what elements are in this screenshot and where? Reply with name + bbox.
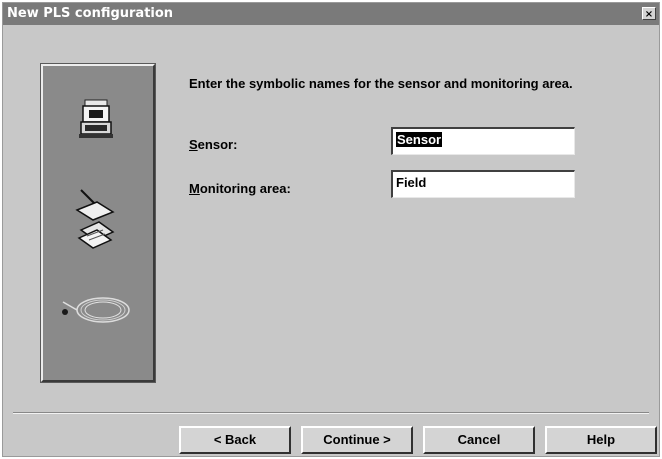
help-button[interactable]: Help: [545, 426, 657, 454]
continue-button[interactable]: Continue >: [301, 426, 413, 454]
cable-coil-icon: [62, 297, 130, 323]
wizard-side-panel: [40, 63, 156, 383]
sensor-input[interactable]: Sensor: [391, 127, 575, 155]
sensor-label: Sensor:: [189, 137, 238, 152]
sensor-input-value: Sensor: [396, 132, 443, 147]
monitoring-area-input[interactable]: Field: [391, 170, 575, 198]
new-pls-configuration-dialog: New PLS configuration × Enter the symbol…: [2, 2, 660, 457]
window-title: New PLS configuration: [7, 6, 174, 21]
back-button[interactable]: < Back: [179, 426, 291, 454]
monitoring-area-label: Monitoring area:: [189, 181, 291, 196]
close-button[interactable]: ×: [642, 7, 656, 20]
pen-documents-icon: [75, 189, 115, 249]
title-bar[interactable]: New PLS configuration ×: [3, 3, 659, 25]
button-separator: [13, 412, 649, 414]
monitoring-area-input-value: Field: [396, 175, 427, 190]
instruction-text: Enter the symbolic names for the sensor …: [189, 77, 573, 91]
cancel-button[interactable]: Cancel: [423, 426, 535, 454]
scanner-device-icon: [79, 99, 113, 138]
close-icon: ×: [644, 9, 654, 20]
